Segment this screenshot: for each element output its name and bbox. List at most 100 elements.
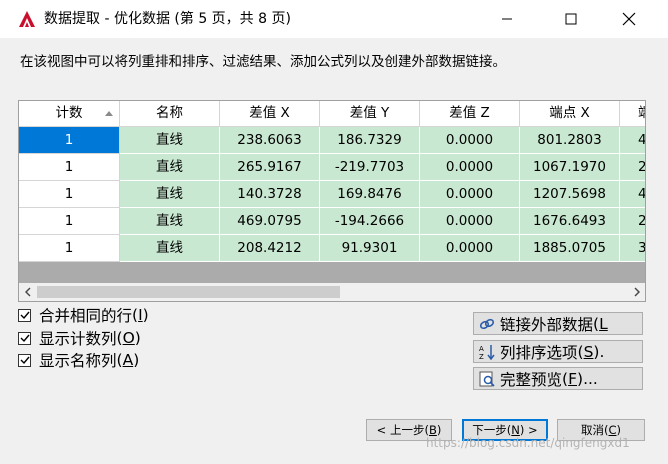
link-external-label: 链接外部数据	[500, 315, 594, 334]
table-cell[interactable]: 1	[19, 154, 120, 181]
table-cell[interactable]: 0.0000	[420, 154, 520, 181]
combine-rows-option[interactable]: 合并相同的行(I)	[18, 304, 149, 326]
table-cell[interactable]: 2	[620, 154, 645, 181]
preview-icon	[479, 371, 495, 387]
table-cell[interactable]: 238.6063	[220, 127, 320, 154]
sort-icon: A Z	[479, 344, 495, 361]
link-icon	[479, 318, 495, 329]
title-bar: 数据提取 - 优化数据 (第 5 页，共 8 页)	[0, 0, 668, 38]
table-cell[interactable]: 1	[19, 127, 120, 154]
column-header[interactable]: 端	[620, 101, 645, 127]
next-accel: N	[511, 423, 520, 437]
table-cell[interactable]: 0.0000	[420, 181, 520, 208]
grid-body: 1 直线 238.6063 186.7329 0.0000 801.2803 4 1 直线 265…	[19, 127, 645, 262]
minimize-icon	[502, 18, 512, 20]
previous-accel: B	[428, 423, 437, 437]
column-header[interactable]: 端点 X	[520, 101, 620, 127]
link-external-data-button[interactable]: 链接外部数据(L	[473, 312, 643, 335]
column-header-label: 计数	[55, 105, 83, 121]
show-name-checkbox[interactable]	[18, 353, 31, 367]
maximize-icon	[565, 13, 577, 25]
scroll-thumb[interactable]	[37, 286, 340, 298]
table-cell[interactable]: 1207.5698	[520, 181, 620, 208]
table-cell[interactable]: 直线	[120, 127, 220, 154]
column-header-label: 差值 Z	[449, 105, 490, 121]
column-header[interactable]: 差值 Y	[320, 101, 420, 127]
column-header-label: 差值 X	[249, 105, 290, 121]
instruction-text: 在该视图中可以将列重排和排序、过滤结果、添加公式列以及创建外部数据链接。	[20, 54, 506, 70]
check-icon	[20, 311, 30, 320]
sort-options-accel: S	[583, 342, 594, 361]
link-external-accel: L	[599, 314, 608, 333]
table-cell[interactable]: 直线	[120, 154, 220, 181]
table-cell[interactable]: 0.0000	[420, 235, 520, 262]
close-icon	[622, 12, 636, 26]
show-name-label: 显示名称列	[39, 352, 117, 370]
table-cell[interactable]: 直线	[120, 208, 220, 235]
close-button[interactable]	[606, 0, 652, 38]
table-cell[interactable]: 1885.0705	[520, 235, 620, 262]
table-row[interactable]: 1 直线 469.0795 -194.2666 0.0000 1676.6493 2	[19, 208, 645, 235]
table-cell[interactable]: 265.9167	[220, 154, 320, 181]
column-header[interactable]: 差值 X	[220, 101, 320, 127]
data-grid[interactable]: 计数名称差值 X差值 Y差值 Z端点 X端 1直线238.6063186.732…	[18, 100, 646, 302]
scroll-left-button[interactable]	[19, 283, 36, 301]
column-header-label: 端点 X	[549, 105, 590, 121]
column-header[interactable]: 名称	[120, 101, 220, 127]
window-title: 数据提取 - 优化数据 (第 5 页，共 8 页)	[44, 11, 291, 27]
show-name-option[interactable]: 显示名称列(A)	[18, 349, 139, 371]
table-cell[interactable]: 91.9301	[320, 235, 420, 262]
table-cell[interactable]: 4	[620, 127, 645, 154]
show-count-checkbox[interactable]	[18, 331, 31, 345]
table-row[interactable]: 1 直线 265.9167 -219.7703 0.0000 1067.1970 2	[19, 154, 645, 181]
scroll-right-button[interactable]	[628, 283, 645, 301]
chevron-right-icon	[634, 287, 640, 297]
column-sort-options-button[interactable]: A Z 列排序选项(S).	[473, 340, 643, 363]
table-cell[interactable]: 1	[19, 235, 120, 262]
table-cell[interactable]: 186.7329	[320, 127, 420, 154]
full-preview-button[interactable]: 完整预览(F)...	[473, 367, 643, 390]
table-cell[interactable]: 1067.1970	[520, 154, 620, 181]
column-header-label: 端	[638, 105, 645, 121]
table-cell[interactable]: 0.0000	[420, 208, 520, 235]
watermark: https://blog.csdn.net/qingfengxd1	[426, 436, 630, 450]
table-cell[interactable]: -194.2666	[320, 208, 420, 235]
column-header-label: 名称	[156, 105, 183, 121]
table-cell[interactable]: 1676.6493	[520, 208, 620, 235]
minimize-button[interactable]	[484, 0, 530, 38]
table-cell[interactable]: -219.7703	[320, 154, 420, 181]
column-header[interactable]: 计数	[19, 101, 120, 127]
table-cell[interactable]: 4	[620, 181, 645, 208]
table-row[interactable]: 1 直线 238.6063 186.7329 0.0000 801.2803 4	[19, 127, 645, 154]
table-cell[interactable]: 169.8476	[320, 181, 420, 208]
chevron-left-icon	[24, 287, 30, 297]
combine-rows-checkbox[interactable]	[18, 308, 31, 322]
table-cell[interactable]: 直线	[120, 181, 220, 208]
full-preview-suffix: ...	[583, 369, 598, 388]
show-count-option[interactable]: 显示计数列(O)	[18, 327, 141, 349]
table-cell[interactable]: 469.0795	[220, 208, 320, 235]
sort-ascending-icon	[105, 111, 113, 116]
table-row[interactable]: 1 直线 208.4212 91.9301 0.0000 1885.0705 3	[19, 235, 645, 262]
table-cell[interactable]: 208.4212	[220, 235, 320, 262]
next-suffix: >	[524, 423, 538, 437]
svg-text:A: A	[479, 345, 484, 353]
show-count-accel: O	[122, 329, 135, 347]
table-cell[interactable]: 2	[620, 208, 645, 235]
table-cell[interactable]: 1	[19, 181, 120, 208]
cancel-label: 取消	[580, 423, 604, 437]
combine-rows-accel: I	[138, 306, 143, 324]
sort-options-label: 列排序选项	[500, 343, 578, 362]
horizontal-scrollbar[interactable]	[19, 283, 645, 301]
column-header[interactable]: 差值 Z	[420, 101, 520, 127]
table-cell[interactable]: 140.3728	[220, 181, 320, 208]
table-cell[interactable]: 1	[19, 208, 120, 235]
table-cell[interactable]: 801.2803	[520, 127, 620, 154]
table-row[interactable]: 1 直线 140.3728 169.8476 0.0000 1207.5698 4	[19, 181, 645, 208]
maximize-button[interactable]	[548, 0, 594, 38]
check-icon	[20, 334, 30, 343]
full-preview-accel: F	[568, 369, 577, 388]
table-cell[interactable]: 0.0000	[420, 127, 520, 154]
table-cell[interactable]: 直线	[120, 235, 220, 262]
table-cell[interactable]: 3	[620, 235, 645, 262]
